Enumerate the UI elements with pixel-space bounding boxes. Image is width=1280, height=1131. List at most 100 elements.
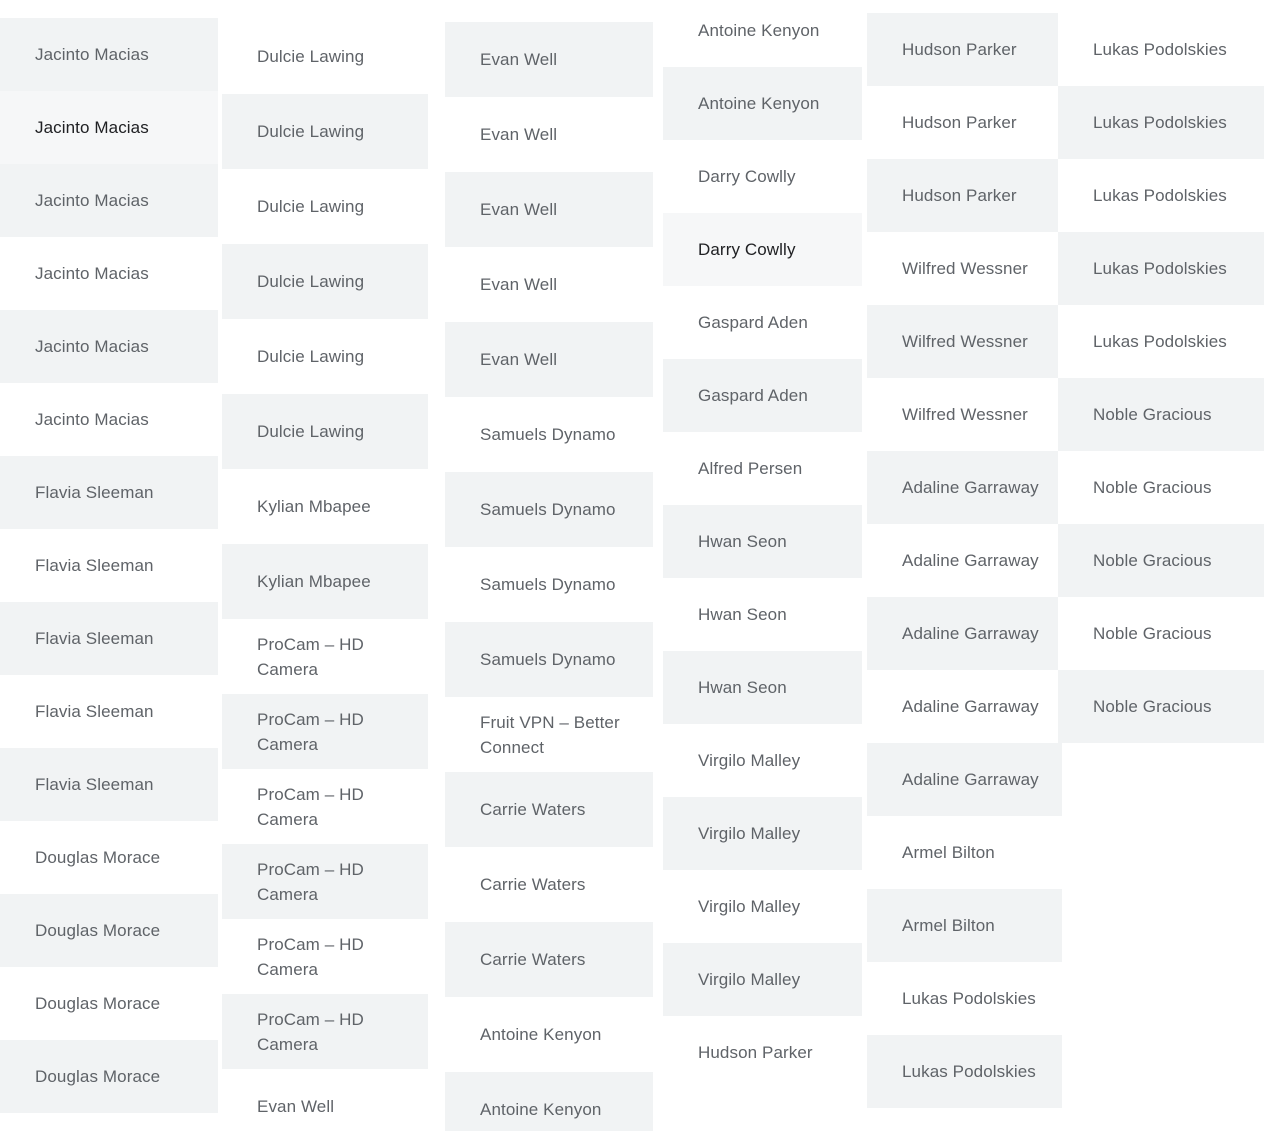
list-item[interactable]: Jacinto Macias [0, 164, 218, 237]
list-item[interactable]: Samuels Dynamo [445, 472, 653, 547]
list-item-label: Adaline Garraway [902, 697, 1039, 716]
list-item-label: Antoine Kenyon [480, 1025, 602, 1044]
list-item-label: Flavia Sleeman [35, 483, 154, 502]
list-item[interactable]: Evan Well [445, 97, 653, 172]
list-item[interactable]: Hudson Parker [867, 159, 1062, 232]
list-item[interactable]: Jacinto Macias [0, 383, 218, 456]
list-item[interactable]: Gaspard Aden [663, 359, 862, 432]
list-item[interactable]: ProCam – HD Camera [222, 844, 428, 919]
list-item[interactable]: Dulcie Lawing [222, 94, 428, 169]
list-item[interactable]: Darry Cowlly [663, 213, 862, 286]
list-item[interactable]: Darry Cowlly [663, 140, 862, 213]
list-item[interactable]: Armel Bilton [867, 816, 1062, 889]
list-item[interactable]: Hudson Parker [663, 1016, 862, 1089]
list-item[interactable]: Noble Gracious [1058, 597, 1264, 670]
list-item[interactable]: Samuels Dynamo [445, 547, 653, 622]
list-item-label: Noble Gracious [1093, 405, 1212, 424]
list-item[interactable]: Evan Well [445, 322, 653, 397]
list-item[interactable]: Lukas Podolskies [1058, 159, 1264, 232]
list-item[interactable]: Antoine Kenyon [445, 1072, 653, 1131]
list-item[interactable]: Evan Well [222, 1069, 428, 1131]
list-item[interactable]: Douglas Morace [0, 821, 218, 894]
list-item[interactable]: ProCam – HD Camera [222, 994, 428, 1069]
list-item[interactable]: Lukas Podolskies [1058, 13, 1264, 86]
list-item[interactable]: Lukas Podolskies [867, 1035, 1062, 1108]
list-item[interactable]: Jacinto Macias [0, 237, 218, 310]
list-item[interactable]: Noble Gracious [1058, 378, 1264, 451]
list-item[interactable]: ProCam – HD Camera [222, 694, 428, 769]
list-item[interactable]: Hudson Parker [867, 86, 1062, 159]
list-item[interactable]: Noble Gracious [1058, 451, 1264, 524]
list-item[interactable]: Jacinto Macias [0, 91, 218, 164]
list-item-label: Adaline Garraway [902, 551, 1039, 570]
list-item[interactable]: Lukas Podolskies [1058, 305, 1264, 378]
list-item[interactable]: Noble Gracious [1058, 524, 1264, 597]
list-item-label: Carrie Waters [480, 800, 586, 819]
list-item[interactable]: Hudson Parker [867, 13, 1062, 86]
list-item[interactable]: Fruit VPN – Better Connect [445, 697, 653, 772]
list-item[interactable]: Flavia Sleeman [0, 602, 218, 675]
list-item[interactable]: Adaline Garraway [867, 451, 1062, 524]
list-item[interactable]: Gaspard Aden [663, 286, 862, 359]
list-item-label: Hwan Seon [698, 532, 787, 551]
list-item[interactable]: Jacinto Macias [0, 310, 218, 383]
list-item[interactable]: Hwan Seon [663, 578, 862, 651]
list-item[interactable]: Hwan Seon [663, 505, 862, 578]
list-item[interactable]: Kylian Mbapee [222, 544, 428, 619]
list-item[interactable]: Douglas Morace [0, 894, 218, 967]
list-item[interactable]: Evan Well [445, 172, 653, 247]
list-item[interactable]: ProCam – HD Camera [222, 919, 428, 994]
list-item[interactable]: Virgilo Malley [663, 943, 862, 1016]
list-item-label: Hudson Parker [902, 113, 1017, 132]
list-item[interactable]: Dulcie Lawing [222, 19, 428, 94]
list-item[interactable]: Kylian Mbapee [222, 469, 428, 544]
column-2: Dulcie Lawing Dulcie Lawing Dulcie Lawing D… [222, 19, 428, 1131]
list-item[interactable]: Douglas Morace [0, 967, 218, 1040]
list-item[interactable]: Flavia Sleeman [0, 748, 218, 821]
list-item[interactable]: Hwan Seon [663, 651, 862, 724]
list-item[interactable]: Dulcie Lawing [222, 394, 428, 469]
list-item[interactable]: Lukas Podolskies [1058, 86, 1264, 159]
list-item[interactable]: Flavia Sleeman [0, 456, 218, 529]
list-item[interactable]: Douglas Morace [0, 1040, 218, 1113]
list-item[interactable]: Flavia Sleeman [0, 529, 218, 602]
list-item[interactable]: Antoine Kenyon [663, 0, 862, 67]
list-item[interactable]: Adaline Garraway [867, 743, 1062, 816]
list-item[interactable]: Flavia Sleeman [0, 675, 218, 748]
list-item[interactable]: Jacinto Macias [0, 18, 218, 91]
list-item[interactable]: Adaline Garraway [867, 524, 1062, 597]
list-item[interactable]: Carrie Waters [445, 772, 653, 847]
list-item[interactable]: Adaline Garraway [867, 670, 1062, 743]
list-item[interactable]: Carrie Waters [445, 922, 653, 997]
list-item[interactable]: ProCam – HD Camera [222, 619, 428, 694]
list-item[interactable]: Wilfred Wessner [867, 232, 1062, 305]
list-item[interactable]: ProCam – HD Camera [222, 769, 428, 844]
list-item-label: Evan Well [480, 125, 558, 144]
list-item[interactable]: Virgilo Malley [663, 797, 862, 870]
list-item[interactable]: Noble Gracious [1058, 670, 1264, 743]
list-item[interactable]: Alfred Persen [663, 432, 862, 505]
list-item[interactable]: Virgilo Malley [663, 870, 862, 943]
list-item[interactable]: Samuels Dynamo [445, 397, 653, 472]
list-item-label: Lukas Podolskies [1093, 113, 1227, 132]
list-item[interactable]: Evan Well [445, 22, 653, 97]
list-item[interactable]: Adaline Garraway [867, 597, 1062, 670]
list-item[interactable]: Samuels Dynamo [445, 622, 653, 697]
list-item[interactable]: Wilfred Wessner [867, 378, 1062, 451]
list-item[interactable]: Armel Bilton [867, 889, 1062, 962]
list-item-label: Samuels Dynamo [480, 425, 616, 444]
list-item[interactable]: Antoine Kenyon [663, 67, 862, 140]
list-item[interactable]: Dulcie Lawing [222, 319, 428, 394]
list-item[interactable]: Carrie Waters [445, 847, 653, 922]
list-item[interactable]: Dulcie Lawing [222, 244, 428, 319]
list-item-label: Evan Well [480, 350, 558, 369]
list-item[interactable]: Lukas Podolskies [1058, 232, 1264, 305]
list-item[interactable]: Antoine Kenyon [445, 997, 653, 1072]
list-item[interactable]: Dulcie Lawing [222, 169, 428, 244]
list-item[interactable]: Lukas Podolskies [867, 962, 1062, 1035]
list-item[interactable]: Wilfred Wessner [867, 305, 1062, 378]
list-item-label: Hudson Parker [902, 186, 1017, 205]
list-item[interactable]: Virgilo Malley [663, 724, 862, 797]
list-item[interactable]: Evan Well [445, 247, 653, 322]
list-item-label: Jacinto Macias [35, 410, 149, 429]
